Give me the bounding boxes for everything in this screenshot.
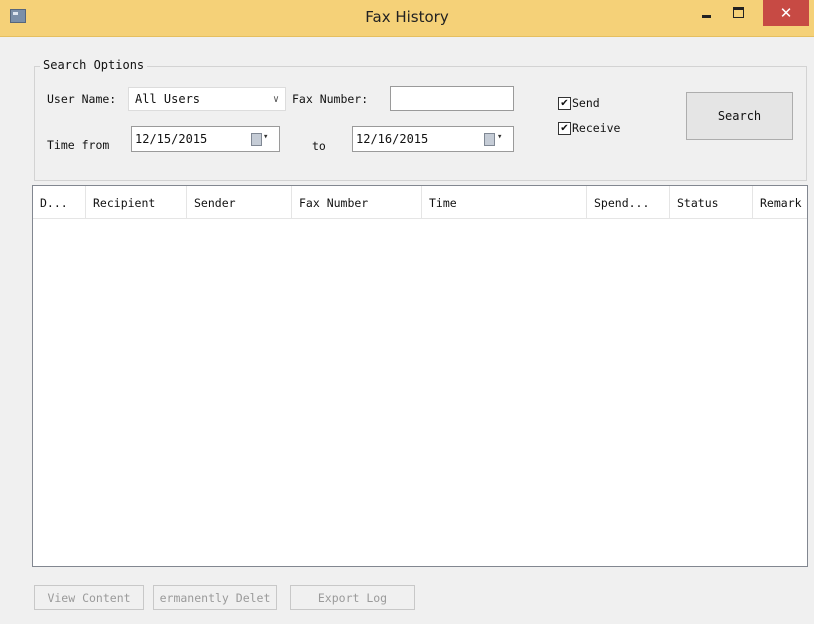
calendar-icon[interactable] xyxy=(484,133,495,146)
column-header-date[interactable]: D... xyxy=(33,186,86,218)
permanently-delete-button[interactable]: ermanently Delet xyxy=(153,585,277,610)
chevron-down-icon[interactable]: ▾ xyxy=(263,132,268,142)
calendar-icon[interactable] xyxy=(251,133,262,146)
send-label[interactable]: Send xyxy=(572,96,600,110)
fax-number-input[interactable] xyxy=(390,86,514,111)
column-header-sender[interactable]: Sender xyxy=(187,186,292,218)
column-header-spend[interactable]: Spend... xyxy=(587,186,670,218)
fax-history-table[interactable]: D... Recipient Sender Fax Number Time Sp… xyxy=(32,185,808,567)
user-name-combo[interactable]: All Users ∨ xyxy=(128,87,286,111)
minimize-icon xyxy=(702,15,711,18)
column-header-time[interactable]: Time xyxy=(422,186,587,218)
send-checkbox[interactable]: ✔ xyxy=(558,97,571,110)
user-name-label: User Name: xyxy=(47,92,117,106)
checkmark-icon: ✔ xyxy=(560,98,569,109)
user-name-value: All Users xyxy=(135,92,201,106)
date-to-value: 12/16/2015 xyxy=(356,132,429,146)
chevron-down-icon: ∨ xyxy=(272,94,279,105)
column-header-fax-number[interactable]: Fax Number xyxy=(292,186,422,218)
chevron-down-icon[interactable]: ▾ xyxy=(497,132,502,142)
date-from-value: 12/15/2015 xyxy=(135,132,208,146)
close-button[interactable]: ✕ xyxy=(763,0,809,26)
column-header-recipient[interactable]: Recipient xyxy=(86,186,187,218)
header-divider xyxy=(33,218,807,219)
receive-label[interactable]: Receive xyxy=(572,121,620,135)
column-header-status[interactable]: Status xyxy=(670,186,753,218)
search-button[interactable]: Search xyxy=(686,92,793,140)
fax-number-label: Fax Number: xyxy=(292,92,369,106)
view-content-button[interactable]: View Content xyxy=(34,585,144,610)
to-label: to xyxy=(312,139,326,153)
date-to-picker[interactable]: 12/16/2015 ▾ xyxy=(352,126,514,152)
time-from-label: Time from xyxy=(47,138,110,152)
title-bar: Fax History ✕ xyxy=(0,0,814,37)
date-from-picker[interactable]: 12/15/2015 ▾ xyxy=(131,126,280,152)
receive-checkbox[interactable]: ✔ xyxy=(558,122,571,135)
minimize-button[interactable] xyxy=(692,0,720,28)
maximize-button[interactable] xyxy=(724,0,752,28)
close-icon: ✕ xyxy=(779,4,793,22)
export-log-button[interactable]: Export Log xyxy=(290,585,415,610)
checkmark-icon: ✔ xyxy=(560,123,569,134)
maximize-icon xyxy=(733,7,744,18)
search-options-legend: Search Options xyxy=(40,58,148,72)
column-header-remark[interactable]: Remark xyxy=(753,186,807,218)
